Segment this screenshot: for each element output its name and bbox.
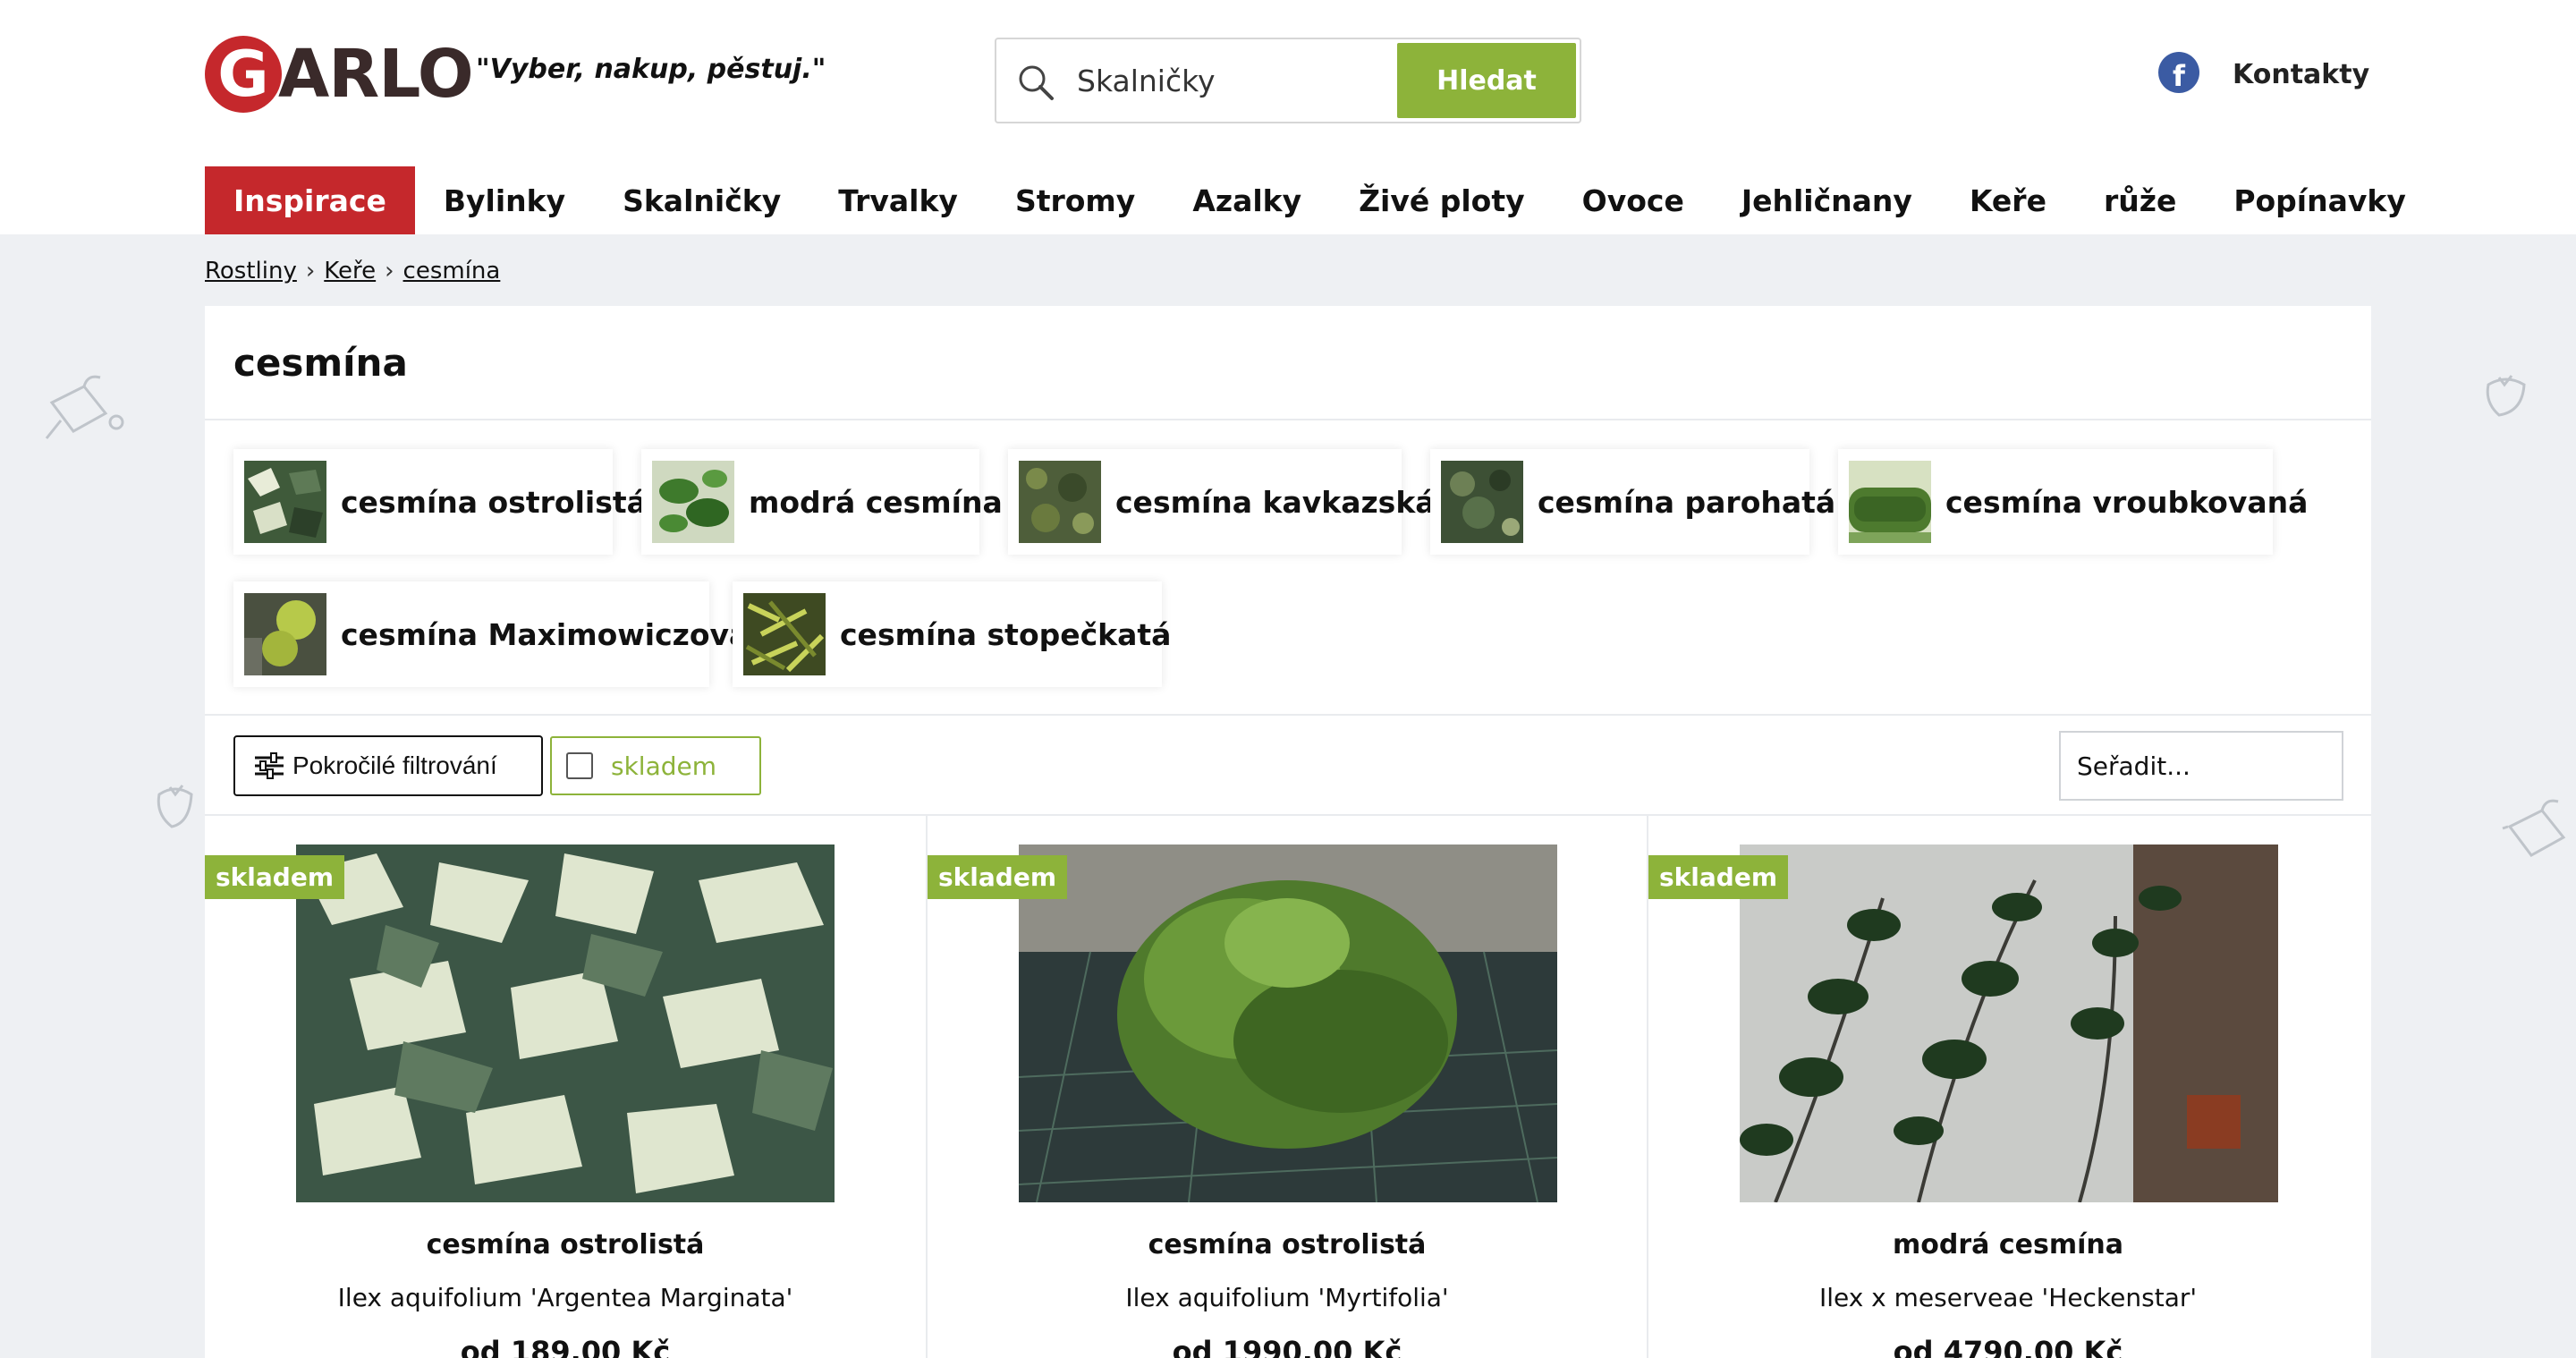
nav-item-azalky[interactable]: Azalky bbox=[1164, 166, 1330, 234]
in-stock-filter[interactable]: skladem bbox=[550, 736, 761, 795]
logo-wordmark: ARLO bbox=[278, 36, 474, 113]
garlo-logo[interactable]: G ARLO bbox=[205, 34, 474, 115]
main-content: cesmína cesmína ostrolistá modrá cesmína bbox=[205, 306, 2371, 1358]
product-latin-name: Ilex x meserveae 'Heckenstar' bbox=[1818, 1283, 2198, 1312]
product-latin-name: Ilex aquifolium 'Argentea Marginata' bbox=[337, 1283, 793, 1312]
subcategory-image bbox=[1441, 461, 1523, 543]
product-price: od 1990.00 Kč bbox=[1172, 1335, 1402, 1358]
page-title: cesmína bbox=[233, 340, 408, 385]
watering-can-icon bbox=[45, 375, 124, 439]
subcategory-label: cesmína parohatá bbox=[1538, 484, 1836, 520]
nav-item-kere[interactable]: Keře bbox=[1941, 166, 2075, 234]
product-latin-name: Ilex aquifolium 'Myrtifolia' bbox=[1125, 1283, 1449, 1312]
nav-item-stromy[interactable]: Stromy bbox=[987, 166, 1164, 234]
subcategory-item[interactable]: modrá cesmína bbox=[641, 449, 1003, 555]
subcategory-label: modrá cesmína bbox=[749, 484, 1003, 520]
sort-select[interactable]: Seřadit... bbox=[2059, 731, 2343, 801]
title-bar: cesmína bbox=[205, 306, 2371, 420]
site-header: G ARLO "Vyber, nakup, pěstuj." Hledat f … bbox=[0, 0, 2576, 234]
subcategory-image bbox=[743, 593, 826, 675]
product-card[interactable]: skladem cesmína ostrolistá Ilex aquifoli… bbox=[205, 816, 926, 1358]
subcategory-item[interactable]: cesmína parohatá bbox=[1430, 449, 1835, 555]
product-card[interactable]: skladem cesmína ostrolistá Ilex aquifoli… bbox=[926, 816, 1647, 1358]
logo-initial: G bbox=[205, 36, 282, 113]
subcategory-item[interactable]: cesmína stopečkatá bbox=[733, 581, 1171, 687]
chevron-right-icon: › bbox=[385, 258, 394, 284]
product-image[interactable] bbox=[1019, 845, 1557, 1202]
product-image[interactable] bbox=[1740, 845, 2278, 1202]
subcategory-item[interactable]: cesmína vroubkovaná bbox=[1838, 449, 2308, 555]
subcategory-image bbox=[244, 593, 326, 675]
product-name[interactable]: cesmína ostrolistá bbox=[928, 1229, 1647, 1260]
subcategory-label: cesmína kavkazská bbox=[1115, 484, 1436, 520]
subcategory-image bbox=[652, 461, 734, 543]
strawberry-icon bbox=[2486, 375, 2526, 417]
search-box: Hledat bbox=[995, 38, 1581, 123]
breadcrumb-rostliny[interactable]: Rostliny bbox=[205, 258, 297, 284]
subcategory-item[interactable]: cesmína Maximowiczova bbox=[233, 581, 749, 687]
divider bbox=[205, 714, 2371, 716]
nav-item-trvalky[interactable]: Trvalky bbox=[809, 166, 987, 234]
strawberry-icon-2 bbox=[157, 785, 193, 828]
advanced-filter-label: Pokročilé filtrování bbox=[292, 751, 497, 779]
nav-item-inspirace[interactable]: Inspirace bbox=[205, 166, 415, 234]
stock-badge: skladem bbox=[205, 855, 344, 899]
subcategory-item[interactable]: cesmína kavkazská bbox=[1008, 449, 1436, 555]
subcategory-label: cesmína vroubkovaná bbox=[1945, 484, 2309, 520]
subcategory-image bbox=[1849, 461, 1931, 543]
nav-item-bylinky[interactable]: Bylinky bbox=[415, 166, 594, 234]
product-name[interactable]: cesmína ostrolistá bbox=[205, 1229, 926, 1260]
nav-item-jehlicnany[interactable]: Jehličnany bbox=[1713, 166, 1941, 234]
stock-badge: skladem bbox=[928, 855, 1067, 899]
nav-item-popinavky[interactable]: Popínavky bbox=[2205, 166, 2435, 234]
product-name[interactable]: modrá cesmína bbox=[1648, 1229, 2368, 1260]
product-card[interactable]: skladem modrá cesmína Ilex x meserveae '… bbox=[1647, 816, 2368, 1358]
breadcrumb: Rostliny › Keře › cesmína bbox=[205, 258, 500, 284]
search-button[interactable]: Hledat bbox=[1397, 43, 1576, 118]
search-icon bbox=[1019, 65, 1054, 100]
subcategory-label: cesmína stopečkatá bbox=[840, 616, 1172, 652]
product-image[interactable] bbox=[296, 845, 835, 1202]
watering-can-icon-2 bbox=[2502, 799, 2566, 857]
nav-item-zive-ploty[interactable]: Živé ploty bbox=[1330, 166, 1554, 234]
in-stock-label: skladem bbox=[611, 751, 717, 781]
stock-badge: skladem bbox=[1648, 855, 1788, 899]
advanced-filter-button[interactable]: Pokročilé filtrování bbox=[233, 735, 543, 796]
tagline: "Vyber, nakup, pěstuj." bbox=[476, 54, 826, 85]
facebook-icon[interactable]: f bbox=[2158, 52, 2199, 93]
in-stock-checkbox[interactable] bbox=[566, 752, 593, 779]
subcategory-label: cesmína ostrolistá bbox=[341, 484, 647, 520]
subcategory-image bbox=[1019, 461, 1101, 543]
subcategory-item[interactable]: cesmína ostrolistá bbox=[233, 449, 647, 555]
nav-item-ovoce[interactable]: Ovoce bbox=[1554, 166, 1713, 234]
subcategory-image bbox=[244, 461, 326, 543]
main-nav: Inspirace Bylinky Skalničky Trvalky Stro… bbox=[205, 166, 2435, 234]
contacts-link[interactable]: Kontakty bbox=[2233, 59, 2369, 90]
sliders-icon bbox=[255, 752, 284, 779]
nav-item-skalnicky[interactable]: Skalničky bbox=[594, 166, 809, 234]
product-price: od 189.00 Kč bbox=[460, 1335, 671, 1358]
chevron-right-icon: › bbox=[305, 258, 316, 284]
breadcrumb-cesmina[interactable]: cesmína bbox=[403, 258, 501, 284]
product-price: od 4790.00 Kč bbox=[1893, 1335, 2123, 1358]
subcategory-label: cesmína Maximowiczova bbox=[341, 616, 750, 652]
breadcrumb-kere[interactable]: Keře bbox=[324, 258, 376, 284]
nav-item-ruze[interactable]: růže bbox=[2075, 166, 2205, 234]
